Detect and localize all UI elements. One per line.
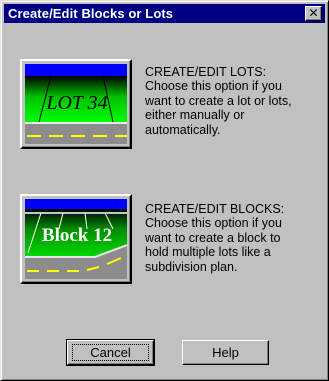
title-bar[interactable]: Create/Edit Blocks or Lots ✕ <box>4 4 325 23</box>
lot-image-label: LOT 34 <box>45 92 107 114</box>
close-button[interactable]: ✕ <box>305 6 322 21</box>
lot-illustration-icon: LOT 34 <box>25 64 127 144</box>
create-edit-blocks-button[interactable]: Block 12 <box>20 194 132 284</box>
dialog-window: Create/Edit Blocks or Lots ✕ LOT 34 CREA… <box>0 0 329 381</box>
block-image-label: Block 12 <box>42 225 112 246</box>
block-illustration-icon: Block 12 <box>25 199 127 279</box>
cancel-button[interactable]: Cancel <box>66 339 155 366</box>
close-icon: ✕ <box>308 6 319 20</box>
lots-description: CREATE/EDIT LOTS: Choose this option if … <box>145 65 292 137</box>
focus-rect <box>72 344 149 361</box>
blocks-description: CREATE/EDIT BLOCKS: Choose this option i… <box>145 202 285 274</box>
create-edit-lots-button[interactable]: LOT 34 <box>20 59 132 149</box>
window-title: Create/Edit Blocks or Lots <box>8 6 174 21</box>
help-button[interactable]: Help <box>182 340 269 365</box>
